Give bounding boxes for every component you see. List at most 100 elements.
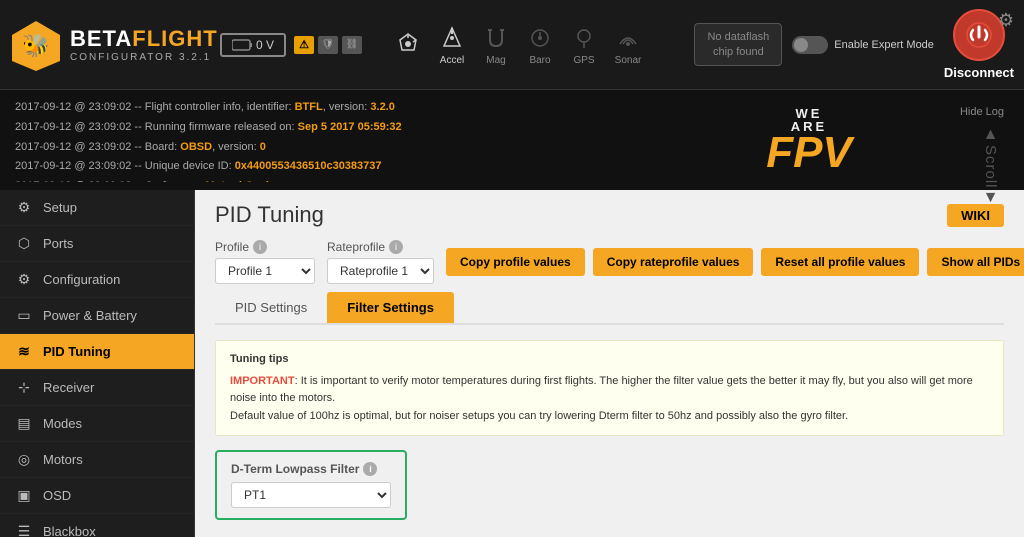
scroll-up-button[interactable]: ▲ bbox=[983, 127, 999, 143]
baro-label: Baro bbox=[529, 55, 550, 66]
log-entry-5: 2017-09-12 @ 23:09:02 -- Craft name: Mot… bbox=[15, 177, 699, 182]
sidebar-item-osd[interactable]: ▣ OSD bbox=[0, 478, 194, 514]
sensor-sonar[interactable]: Sonar bbox=[612, 23, 644, 66]
battery-icon bbox=[232, 39, 252, 51]
scroll-down-button[interactable]: ▼ bbox=[983, 190, 999, 206]
dterm-filter-box: D-Term Lowpass Filter i PT1 BIQUAD bbox=[215, 450, 407, 520]
logo-text: BETAFLIGHT CONFIGURATOR 3.2.1 bbox=[70, 26, 218, 63]
profile-label: Profile i bbox=[215, 240, 315, 254]
receiver-icon: ⊹ bbox=[15, 379, 33, 396]
dataflash-button[interactable]: No dataflash chip found bbox=[694, 23, 782, 66]
power-battery-icon: ▭ bbox=[15, 307, 33, 324]
expert-mode-label: Enable Expert Mode bbox=[834, 39, 934, 51]
rateprofile-group: Rateprofile i Rateprofile 1 Rateprofile … bbox=[327, 240, 434, 284]
expert-mode-toggle[interactable]: Enable Expert Mode bbox=[792, 36, 934, 54]
log-entry-3: 2017-09-12 @ 23:09:02 -- Board: OBSD, ve… bbox=[15, 138, 699, 158]
sidebar-item-setup[interactable]: ⚙ Setup bbox=[0, 190, 194, 226]
modes-icon: ▤ bbox=[15, 415, 33, 432]
sidebar-item-label-modes: Modes bbox=[43, 416, 82, 431]
header: 🐝 BETAFLIGHT CONFIGURATOR 3.2.1 0 V ⚠ 🛡 … bbox=[0, 0, 1024, 90]
action-buttons: Copy profile values Copy rateprofile val… bbox=[446, 248, 1024, 276]
sidebar-item-configuration[interactable]: ⚙ Configuration bbox=[0, 262, 194, 298]
sidebar-item-blackbox[interactable]: ☰ Blackbox bbox=[0, 514, 194, 537]
svg-text:🐝: 🐝 bbox=[22, 33, 49, 58]
warning-icons: ⚠ 🛡 ⛓ bbox=[294, 36, 362, 54]
tuning-tips-title: Tuning tips bbox=[230, 351, 989, 369]
log-entry-2: 2017-09-12 @ 23:09:02 -- Running firmwar… bbox=[15, 118, 699, 138]
profile-group: Profile i Profile 1 Profile 2 Profile 3 bbox=[215, 240, 315, 284]
scroll-controls: ▲ Scroll ▼ bbox=[977, 127, 1004, 207]
main-layout: ⚙ Setup ⬡ Ports ⚙ Configuration ▭ Power … bbox=[0, 190, 1024, 537]
expert-mode-switch[interactable] bbox=[792, 36, 828, 54]
sidebar-item-motors[interactable]: ◎ Motors bbox=[0, 442, 194, 478]
shield-icon: 🛡 bbox=[318, 36, 338, 54]
link-icon: ⛓ bbox=[342, 36, 362, 54]
log-text: 2017-09-12 @ 23:09:02 -- Flight controll… bbox=[15, 98, 699, 182]
wefpv-logo: WE ARE FPV bbox=[766, 107, 852, 173]
sensor-baro[interactable]: Baro bbox=[524, 23, 556, 66]
sensor-mag[interactable]: Mag bbox=[480, 23, 512, 66]
sidebar: ⚙ Setup ⬡ Ports ⚙ Configuration ▭ Power … bbox=[0, 190, 195, 537]
sidebar-item-power-battery[interactable]: ▭ Power & Battery bbox=[0, 298, 194, 334]
tabs: PID Settings Filter Settings bbox=[215, 292, 1004, 325]
sidebar-item-label-power-battery: Power & Battery bbox=[43, 308, 137, 323]
gps-icon bbox=[568, 23, 600, 53]
sidebar-item-modes[interactable]: ▤ Modes bbox=[0, 406, 194, 442]
mag-label: Mag bbox=[486, 55, 505, 66]
ports-icon: ⬡ bbox=[15, 235, 33, 252]
sensor-gyro[interactable] bbox=[392, 29, 424, 61]
gps-label: GPS bbox=[573, 55, 594, 66]
tab-filter-settings[interactable]: Filter Settings bbox=[327, 292, 454, 323]
sidebar-item-label-receiver: Receiver bbox=[43, 380, 94, 395]
profile-info-icon[interactable]: i bbox=[253, 240, 267, 254]
tuning-tips-box: Tuning tips IMPORTANT: It is important t… bbox=[215, 340, 1004, 436]
sidebar-item-label-blackbox: Blackbox bbox=[43, 524, 96, 537]
sonar-icon bbox=[612, 23, 644, 53]
logo-subtitle: CONFIGURATOR 3.2.1 bbox=[70, 52, 218, 63]
dterm-filter-info-icon[interactable]: i bbox=[363, 462, 377, 476]
log-area: 2017-09-12 @ 23:09:02 -- Flight controll… bbox=[0, 90, 1024, 190]
important-label: IMPORTANT bbox=[230, 375, 295, 387]
dterm-filter-select[interactable]: PT1 BIQUAD bbox=[231, 482, 391, 508]
log-entry-1: 2017-09-12 @ 23:09:02 -- Flight controll… bbox=[15, 98, 699, 118]
rateprofile-info-icon[interactable]: i bbox=[389, 240, 403, 254]
wefpv-logo-area: WE ARE FPV bbox=[699, 98, 919, 182]
sidebar-item-label-osd: OSD bbox=[43, 488, 71, 503]
accel-icon bbox=[436, 23, 468, 53]
sonar-label: Sonar bbox=[615, 55, 642, 66]
sensors-row: Accel Mag Baro GPS bbox=[392, 23, 644, 66]
page-title: PID Tuning bbox=[215, 202, 324, 228]
logo-bee-icon: 🐝 bbox=[10, 19, 62, 71]
show-pids-button[interactable]: Show all PIDs bbox=[927, 248, 1024, 276]
battery-indicator: 0 V bbox=[220, 33, 286, 57]
tuning-tips-text2: Default value of 100hz is optimal, but f… bbox=[230, 408, 989, 426]
toggle-knob bbox=[794, 38, 808, 52]
content-area: PID Tuning WIKI Profile i Profile 1 Prof… bbox=[195, 190, 1024, 537]
sidebar-item-pid-tuning[interactable]: ≋ PID Tuning bbox=[0, 334, 194, 370]
profile-select[interactable]: Profile 1 Profile 2 Profile 3 bbox=[215, 258, 315, 284]
sidebar-item-label-configuration: Configuration bbox=[43, 272, 120, 287]
warning-triangle-icon: ⚠ bbox=[294, 36, 314, 54]
sensor-accel[interactable]: Accel bbox=[436, 23, 468, 66]
hide-log-button[interactable]: Hide Log bbox=[960, 103, 1004, 123]
wiki-button[interactable]: WIKI bbox=[947, 204, 1004, 227]
sensor-gps[interactable]: GPS bbox=[568, 23, 600, 66]
baro-icon bbox=[524, 23, 556, 53]
sidebar-item-receiver[interactable]: ⊹ Receiver bbox=[0, 370, 194, 406]
tab-pid-settings[interactable]: PID Settings bbox=[215, 292, 327, 323]
scroll-label: Scroll bbox=[977, 145, 1004, 189]
rateprofile-select[interactable]: Rateprofile 1 Rateprofile 2 Rateprofile … bbox=[327, 258, 434, 284]
blackbox-icon: ☰ bbox=[15, 523, 33, 537]
gear-icon[interactable]: ⚙ bbox=[998, 10, 1014, 31]
mag-icon bbox=[480, 23, 512, 53]
osd-icon: ▣ bbox=[15, 487, 33, 504]
log-entry-4: 2017-09-12 @ 23:09:02 -- Unique device I… bbox=[15, 157, 699, 177]
logo-name: BETAFLIGHT bbox=[70, 26, 218, 52]
reset-profile-button[interactable]: Reset all profile values bbox=[761, 248, 919, 276]
sidebar-item-label-motors: Motors bbox=[43, 452, 83, 467]
copy-profile-button[interactable]: Copy profile values bbox=[446, 248, 585, 276]
sidebar-item-ports[interactable]: ⬡ Ports bbox=[0, 226, 194, 262]
copy-rateprofile-button[interactable]: Copy rateprofile values bbox=[593, 248, 754, 276]
content-header: PID Tuning WIKI bbox=[195, 190, 1024, 240]
setup-icon: ⚙ bbox=[15, 199, 33, 216]
